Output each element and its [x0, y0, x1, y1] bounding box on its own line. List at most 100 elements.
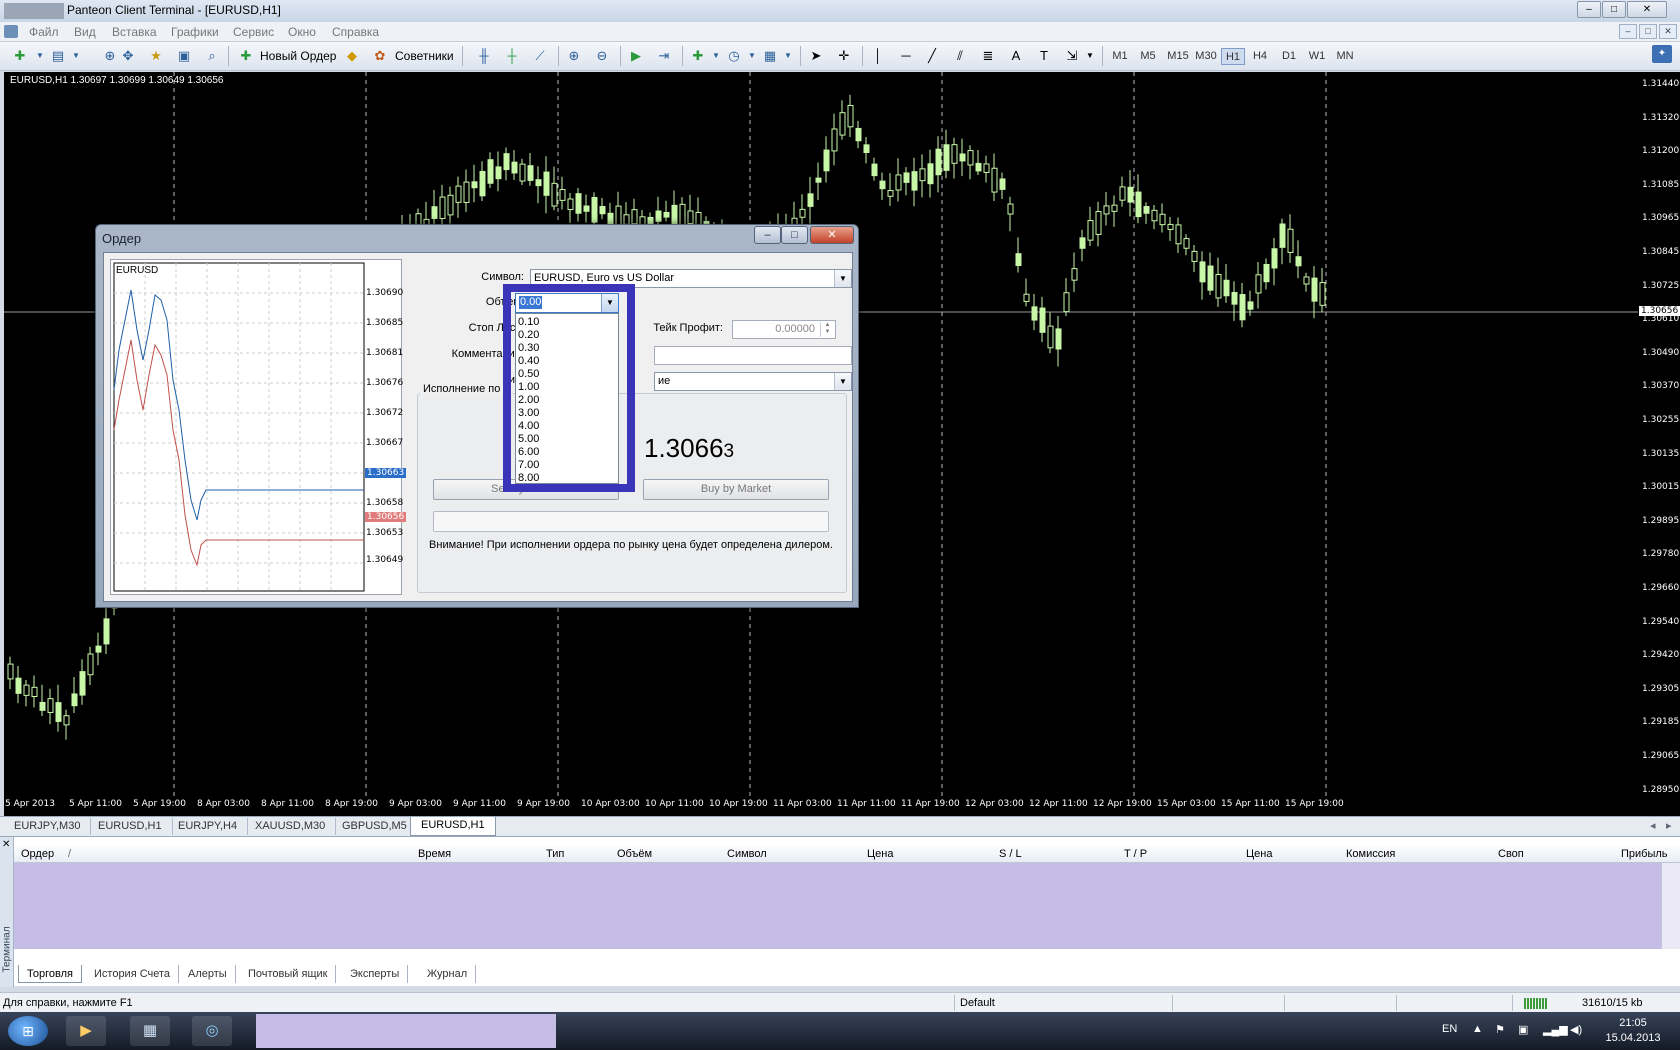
column-header[interactable]: Время	[418, 848, 451, 860]
volume-option[interactable]: 7.00	[518, 459, 539, 472]
column-header[interactable]: S / L	[999, 848, 1022, 860]
vertical-line-icon[interactable]: │	[868, 47, 888, 65]
bar-chart-icon[interactable]: ╫	[474, 47, 494, 65]
experts-button[interactable]: Советники	[395, 49, 454, 63]
column-header[interactable]: Объём	[617, 848, 652, 860]
column-header[interactable]: Цена	[1246, 848, 1272, 860]
tab-scroll-left-icon[interactable]: ◂	[1650, 819, 1656, 832]
timeframe-h1-button[interactable]: H1	[1221, 48, 1245, 65]
column-header[interactable]: Своп	[1498, 848, 1524, 860]
buy-by-market-button[interactable]: Buy by Market	[643, 479, 829, 500]
calculator-icon[interactable]: ▦	[130, 1016, 170, 1046]
text-icon[interactable]: A	[1006, 47, 1026, 65]
close-button[interactable]: ✕	[1627, 1, 1667, 18]
volume-option[interactable]: 0.30	[518, 342, 539, 355]
templates-icon[interactable]: ▦	[760, 47, 780, 65]
timeframe-m5-button[interactable]: M5	[1136, 48, 1160, 65]
chevron-down-icon[interactable]: ▼	[834, 270, 851, 287]
takeprofit-input[interactable]: 0.00000 ▲ ▼	[732, 320, 836, 339]
line-chart-icon[interactable]: ⟋	[530, 47, 550, 65]
dropdown-arrow-icon[interactable]: ▼	[30, 47, 50, 65]
minimize-button[interactable]: –	[1577, 1, 1601, 18]
menu-view[interactable]: Вид	[74, 25, 96, 39]
timeframe-h4-button[interactable]: H4	[1248, 48, 1272, 65]
cursor-icon[interactable]: ➤	[806, 47, 826, 65]
timeframe-d1-button[interactable]: D1	[1277, 48, 1301, 65]
tray-expand-icon[interactable]: ▲	[1472, 1023, 1483, 1035]
timeframe-m15-button[interactable]: M15	[1164, 48, 1192, 65]
comment-input[interactable]	[654, 346, 852, 365]
column-header[interactable]: T / P	[1124, 848, 1147, 860]
terminal-app-icon[interactable]: ◎	[192, 1016, 232, 1046]
experts-icon[interactable]: ✿	[370, 47, 390, 65]
chevron-down-icon[interactable]: ▼	[601, 294, 618, 312]
dropdown-arrow-icon[interactable]: ▼	[778, 47, 798, 65]
tab-scroll-right-icon[interactable]: ▸	[1666, 819, 1672, 832]
volume-option[interactable]: 1.00	[518, 381, 539, 394]
zoom-in-icon[interactable]: ⊕	[564, 47, 584, 65]
signal-icon[interactable]: ▂▄▆	[1543, 1023, 1568, 1036]
language-indicator[interactable]: EN	[1442, 1023, 1457, 1035]
menu-insert[interactable]: Вставка	[112, 25, 157, 39]
fibonacci-icon[interactable]: ≣	[978, 47, 998, 65]
volume-icon[interactable]: ◀)	[1570, 1023, 1582, 1036]
new-order-button[interactable]: Новый Ордер	[260, 49, 336, 63]
volume-option[interactable]: 4.00	[518, 420, 539, 433]
warning-icon[interactable]: ◆	[342, 47, 362, 65]
volume-option[interactable]: 5.00	[518, 433, 539, 446]
volume-dropdown-list[interactable]: 0.10 0.20 0.30 0.40 0.50 1.00 2.00 3.00 …	[515, 313, 619, 484]
chart-tab[interactable]: EURJPY,M30	[4, 818, 92, 835]
profiles-icon[interactable]: ▤	[48, 47, 68, 65]
menu-charts[interactable]: Графики	[171, 25, 219, 39]
chart-tab[interactable]: EURJPY,H4	[168, 818, 249, 835]
media-player-icon[interactable]: ▶	[66, 1016, 106, 1046]
terminal-icon[interactable]: ▣	[174, 47, 194, 65]
menu-tools[interactable]: Сервис	[233, 25, 274, 39]
volume-option[interactable]: 0.20	[518, 329, 539, 342]
chart-shift-icon[interactable]: ⇥	[654, 47, 674, 65]
timeframe-mn-button[interactable]: MN	[1333, 48, 1357, 65]
terminal-tab-trade[interactable]: Торговля	[18, 965, 82, 983]
system-clock[interactable]: 21:05 15.04.2013	[1598, 1016, 1668, 1046]
column-header[interactable]: Символ	[727, 848, 767, 860]
chart-tab[interactable]: GBPUSD,M5	[332, 818, 418, 835]
volume-option[interactable]: 3.00	[518, 407, 539, 420]
periods-icon[interactable]: ◷	[724, 47, 744, 65]
volume-option[interactable]: 0.50	[518, 368, 539, 381]
spin-arrows-icon[interactable]: ▲ ▼	[820, 322, 834, 337]
mdi-restore-button[interactable]: □	[1639, 24, 1657, 39]
candlestick-icon[interactable]: ┼	[502, 47, 522, 65]
market-watch-icon[interactable]: ⊕	[100, 47, 120, 65]
data-window-icon[interactable]: ✥	[118, 47, 138, 65]
dialog-minimize-button[interactable]: –	[754, 226, 781, 244]
timeframe-m1-button[interactable]: M1	[1108, 48, 1132, 65]
channel-icon[interactable]: ⫽	[950, 47, 970, 65]
terminal-tab-alerts[interactable]: Алерты	[180, 965, 236, 983]
volume-option[interactable]: 2.00	[518, 394, 539, 407]
column-header[interactable]: Комиссия	[1346, 848, 1395, 860]
terminal-table-body[interactable]	[14, 863, 1661, 949]
dialog-maximize-button[interactable]: □	[781, 226, 808, 244]
terminal-scrollbar[interactable]	[1661, 863, 1680, 949]
timeframe-m30-button[interactable]: M30	[1192, 48, 1220, 65]
dialog-close-button[interactable]: ✕	[810, 226, 854, 244]
column-header[interactable]: Прибыль	[1621, 848, 1668, 860]
new-order-icon[interactable]: ✚	[236, 47, 256, 65]
terminal-tab-journal[interactable]: Журнал	[419, 965, 477, 983]
flag-icon[interactable]: ⚑	[1495, 1023, 1505, 1036]
timeframe-w1-button[interactable]: W1	[1305, 48, 1329, 65]
chart-window-icon[interactable]	[4, 25, 18, 38]
info-icon[interactable]: ✦	[1652, 45, 1672, 63]
maximize-button[interactable]: □	[1602, 1, 1626, 18]
horizontal-line-icon[interactable]: ─	[896, 47, 916, 65]
tester-icon[interactable]: ⌕	[202, 47, 222, 65]
dropdown-arrow-icon[interactable]: ▼	[66, 47, 86, 65]
volume-option[interactable]: 0.40	[518, 355, 539, 368]
menu-file[interactable]: Файл	[29, 25, 59, 39]
arrows-icon[interactable]: ⇲	[1062, 47, 1082, 65]
close-icon[interactable]: ✕	[2, 839, 10, 850]
volume-combo[interactable]: 0.00 ▼	[515, 293, 619, 313]
mdi-close-button[interactable]: ✕	[1659, 24, 1677, 39]
chart-tab[interactable]: EURUSD,H1	[88, 818, 173, 835]
start-button[interactable]: ⊞	[8, 1016, 48, 1046]
